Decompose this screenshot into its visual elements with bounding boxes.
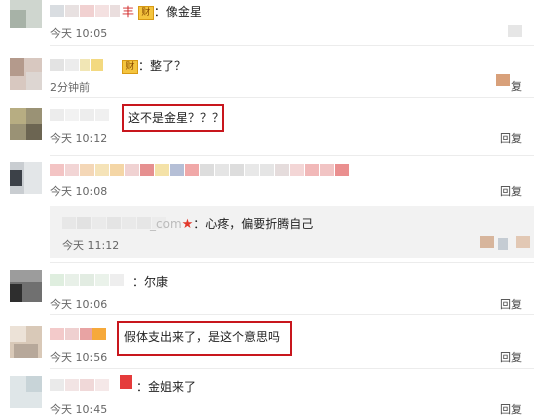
avatar[interactable] <box>10 162 42 194</box>
star-icon: ★ <box>181 217 194 232</box>
user-name[interactable] <box>50 274 130 286</box>
comment-text: 丰 财：像金星 <box>122 3 202 20</box>
comment-text: ：金姐来了 <box>136 380 197 394</box>
user-name[interactable] <box>50 109 122 121</box>
thumb-up-icon[interactable] <box>496 74 510 86</box>
divider <box>50 97 534 98</box>
timestamp: 今天 11:12 <box>62 239 120 252</box>
medal-icon <box>92 328 106 340</box>
comment-body: ：整了？ <box>138 59 187 73</box>
user-name[interactable] <box>50 379 114 391</box>
highlight-box <box>117 321 292 356</box>
user-name-suffix: 丰 <box>122 5 135 19</box>
reply-button[interactable]: 复 <box>511 78 522 94</box>
medal-icon <box>120 375 132 389</box>
coin-icon: 财 <box>137 5 154 20</box>
reply-button[interactable]: 回复 <box>500 349 522 365</box>
comment-text: _com★：心疼，偏要折腾自己 <box>150 215 313 232</box>
user-name[interactable] <box>50 59 120 71</box>
coin-icon: 财 <box>122 59 138 74</box>
comment-body: ：心疼，偏要折腾自己 <box>193 217 314 231</box>
avatar[interactable] <box>10 108 42 140</box>
timestamp: 今天 10:05 <box>50 27 108 40</box>
highlight-box <box>122 104 224 132</box>
avatar[interactable] <box>10 270 42 302</box>
reply-button[interactable]: 回复 <box>500 401 522 417</box>
comment-row: 财：整了？ 2分钟前 复 <box>0 50 534 100</box>
timestamp: 2分钟前 <box>50 81 90 94</box>
timestamp: 今天 10:56 <box>50 351 108 364</box>
timestamp: 今天 10:12 <box>50 132 108 145</box>
avatar[interactable] <box>10 376 42 408</box>
comment-row: 今天 10:08 回复 <box>0 158 534 206</box>
reply-button[interactable] <box>508 25 522 40</box>
comment-text: ：尔康 <box>132 275 169 289</box>
comment-row: ：尔康 今天 10:06 回复 <box>0 266 534 314</box>
comment-row: 假体支出来了，是这个意思吗 今天 10:56 回复 <box>0 318 534 368</box>
comment-row: 丰 财：像金星 今天 10:05 <box>0 0 534 50</box>
reply-button[interactable]: 回复 <box>500 296 522 312</box>
divider <box>50 262 534 263</box>
thumb-up-icon[interactable] <box>508 25 522 37</box>
comment-row: ：金姐来了 今天 10:45 回复 <box>0 370 534 416</box>
user-name-suffix: _com <box>150 217 182 231</box>
comment-text: 财：整了？ <box>122 57 186 74</box>
divider <box>50 368 534 369</box>
reply-button[interactable]: 回复 <box>500 130 522 146</box>
divider <box>50 155 534 156</box>
reply-button[interactable]: 回复 <box>500 183 522 199</box>
thumb-up-icon[interactable] <box>516 236 530 248</box>
comment-body: ：像金星 <box>153 5 202 19</box>
user-name[interactable] <box>50 164 390 176</box>
avatar[interactable] <box>10 326 42 358</box>
avatar[interactable] <box>10 58 42 90</box>
divider <box>50 45 534 46</box>
timestamp: 今天 10:45 <box>50 403 108 416</box>
thumb-up-icon[interactable] <box>498 238 508 250</box>
timestamp: 今天 10:08 <box>50 185 108 198</box>
timestamp: 今天 10:06 <box>50 298 108 311</box>
thumb-up-icon[interactable] <box>480 236 494 248</box>
sub-reply-box: _com★：心疼，偏要折腾自己 今天 11:12 <box>50 206 534 258</box>
divider <box>50 314 534 315</box>
user-name[interactable] <box>50 5 122 17</box>
avatar[interactable] <box>10 0 42 28</box>
comment-row: 这不是金星？？？ 今天 10:12 回复 <box>0 100 534 158</box>
